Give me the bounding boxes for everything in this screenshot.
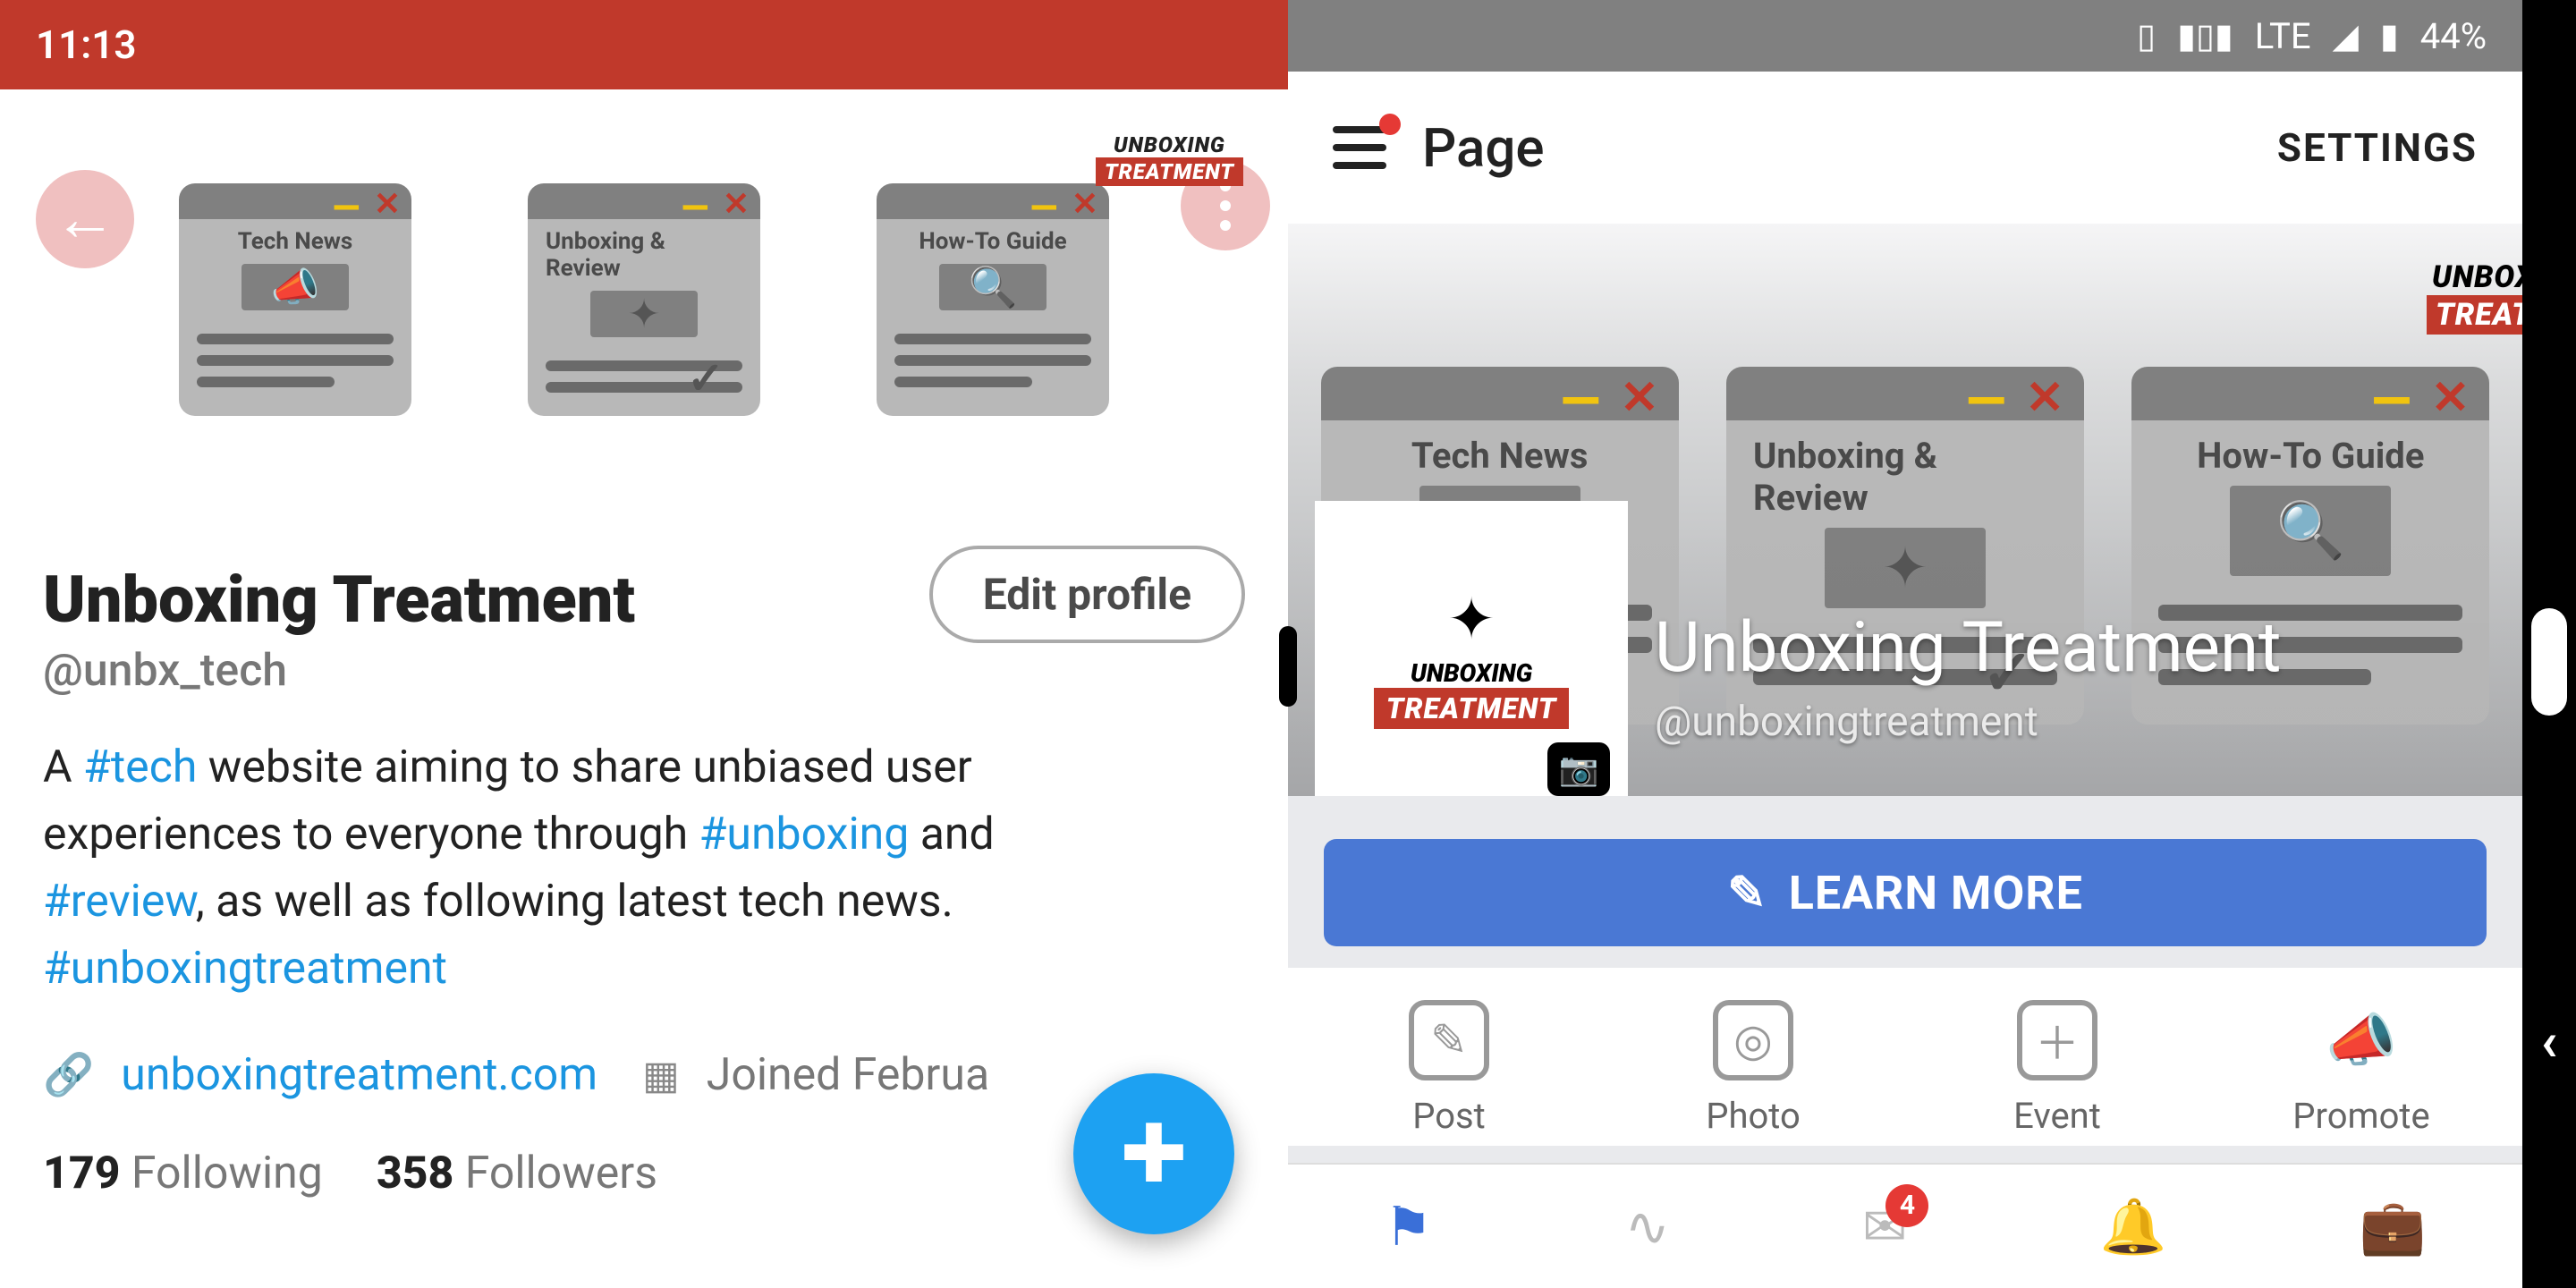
status-bar-right: ▯ ▮▯▮ LTE ◢ ▮ 44% bbox=[1288, 0, 2522, 72]
logo-bottom: TREAT bbox=[2427, 295, 2522, 335]
bell-icon: 🔔 bbox=[2100, 1195, 2167, 1258]
vibrate-icon: ▮▯▮ bbox=[2177, 16, 2233, 56]
camera-icon: 📷 bbox=[1559, 750, 1599, 788]
change-avatar-button[interactable]: 📷 bbox=[1547, 742, 1610, 796]
card-title: Tech News bbox=[1411, 435, 1589, 477]
facebook-topbar: Page SETTINGS bbox=[1288, 72, 2522, 224]
page-handle: @unboxingtreatment bbox=[1655, 698, 2038, 746]
compose-tweet-button[interactable]: ✚ bbox=[1073, 1073, 1234, 1234]
status-bar-left: 11:13 bbox=[0, 0, 1288, 89]
link-icon: 🔗 bbox=[43, 1051, 94, 1099]
back-button[interactable]: ← bbox=[36, 170, 134, 268]
page-avatar[interactable]: ✦ UNBOXING TREATMENT 📷 bbox=[1315, 501, 1628, 796]
learn-more-button[interactable]: ✎ LEARN MORE bbox=[1324, 839, 2487, 946]
notification-dot bbox=[1379, 114, 1401, 135]
follow-stats: 179 Following 358 Followers bbox=[43, 1148, 1245, 1199]
card-title: How-To Guide bbox=[919, 228, 1066, 255]
facebook-cover[interactable]: UNBOX TREAT Tech News 📣 Unboxing & Revie… bbox=[1288, 224, 2522, 796]
briefcase-icon: 💼 bbox=[2360, 1195, 2427, 1258]
cta-section: ✎ LEARN MORE bbox=[1288, 796, 2522, 968]
avatar-logo-bottom: TREATMENT bbox=[1374, 688, 1570, 729]
hamburger-menu-button[interactable] bbox=[1333, 126, 1386, 169]
action-event[interactable]: ＋ Event bbox=[1905, 1000, 2209, 1137]
battery-percent: 44% bbox=[2420, 15, 2487, 57]
nav-notifications-tab[interactable]: 🔔 bbox=[2100, 1195, 2167, 1258]
card-title: How-To Guide bbox=[2197, 435, 2424, 477]
followers-stat[interactable]: 358 Followers bbox=[377, 1148, 657, 1199]
nav-inbox-tab[interactable]: ✉ 4 bbox=[1862, 1195, 1907, 1258]
portrait-icon: ▯ bbox=[2137, 16, 2156, 56]
logo-bottom: TREATMENT bbox=[1096, 157, 1243, 186]
twitter-cover: ← UNBOXING TREATMENT Tech News 📣 Unboxin… bbox=[0, 89, 1288, 483]
device-nav-rail: ‹ bbox=[2522, 0, 2576, 1288]
feather-icon: ✚ bbox=[1120, 1107, 1187, 1201]
arrow-left-icon: ← bbox=[54, 182, 116, 256]
website-link[interactable]: unboxingtreatment.com bbox=[121, 1049, 597, 1101]
following-stat[interactable]: 179 Following bbox=[43, 1148, 323, 1199]
hashtag-review[interactable]: #review bbox=[43, 876, 196, 928]
megaphone-icon: 📣 bbox=[242, 264, 349, 310]
joined-text: Joined Februa bbox=[707, 1049, 989, 1101]
logo-corner: UNBOX TREAT bbox=[2427, 259, 2522, 335]
check-icon: ✓ bbox=[687, 352, 724, 405]
learn-more-label: LEARN MORE bbox=[1789, 866, 2083, 920]
split-screen-handle[interactable] bbox=[1279, 626, 1297, 707]
device-back-button[interactable]: ‹ bbox=[2541, 1010, 2558, 1073]
edit-profile-button[interactable]: Edit profile bbox=[929, 546, 1245, 643]
flag-icon: ⚑ bbox=[1385, 1195, 1433, 1258]
nav-pill[interactable] bbox=[2531, 608, 2567, 716]
calendar-icon: ▦ bbox=[642, 1052, 680, 1098]
avatar-patch-icon: ✦ bbox=[1447, 586, 1496, 653]
search-icon: 🔍 bbox=[939, 264, 1046, 310]
logo-top: UNBOX bbox=[2432, 259, 2522, 295]
page-actions: ✎ Post ◎ Photo ＋ Event 📣 Promote bbox=[1288, 968, 2522, 1146]
nav-tools-tab[interactable]: 💼 bbox=[2360, 1195, 2427, 1258]
signal-icon: ◢ bbox=[2333, 16, 2359, 56]
battery-icon: ▮ bbox=[2380, 16, 2399, 56]
profile-bio: A #tech website aiming to share unbiased… bbox=[43, 734, 1152, 1003]
cover-card-unboxing: Unboxing & Review ✦ ✓ bbox=[528, 183, 760, 416]
page-name: Unboxing Treatment bbox=[1655, 607, 2282, 689]
profile-meta: 🔗 unboxingtreatment.com ▦ Joined Februa bbox=[43, 1049, 1245, 1101]
camera-icon: ◎ bbox=[1713, 1000, 1793, 1080]
plus-icon: ＋ bbox=[2017, 1000, 2097, 1080]
cover-card-howto: How-To Guide 🔍 bbox=[877, 183, 1109, 416]
inbox-badge: 4 bbox=[1885, 1184, 1928, 1227]
logo-badge: UNBOXING TREATMENT bbox=[1096, 132, 1243, 186]
facebook-bottom-nav: ⚑ ∿ ✉ 4 🔔 💼 bbox=[1288, 1163, 2522, 1288]
avatar-logo-top: UNBOXING bbox=[1411, 658, 1532, 688]
profile-handle: @unbx_tech bbox=[43, 645, 1245, 697]
status-time: 11:13 bbox=[36, 21, 137, 68]
page-title: Page bbox=[1422, 116, 1544, 180]
pencil-icon: ✎ bbox=[1727, 866, 1767, 920]
action-promote[interactable]: 📣 Promote bbox=[2209, 1000, 2513, 1137]
logo-top: UNBOXING bbox=[1114, 132, 1225, 157]
chart-icon: ∿ bbox=[1625, 1195, 1670, 1258]
cover-cards: Tech News 📣 Unboxing & Review ✦ ✓ How-To… bbox=[0, 183, 1288, 416]
network-label: LTE bbox=[2255, 15, 2311, 57]
settings-button[interactable]: SETTINGS bbox=[2277, 124, 2478, 171]
hashtag-unboxingtreatment[interactable]: #unboxingtreatment bbox=[43, 943, 447, 995]
facebook-app: ▯ ▮▯▮ LTE ◢ ▮ 44% Page SETTINGS UNBOX TR… bbox=[1288, 0, 2576, 1288]
patch-icon: ✦ bbox=[590, 291, 698, 337]
twitter-app: 11:13 ← UNBOXING TREATMENT Tech News 📣 U… bbox=[0, 0, 1288, 1288]
nav-insights-tab[interactable]: ∿ bbox=[1625, 1195, 1670, 1258]
action-photo[interactable]: ◎ Photo bbox=[1601, 1000, 1905, 1137]
action-post[interactable]: ✎ Post bbox=[1297, 1000, 1601, 1137]
megaphone-icon: 📣 bbox=[2321, 1000, 2402, 1080]
cover-card-tech-news: Tech News 📣 bbox=[179, 183, 411, 416]
card-title: Tech News bbox=[238, 228, 352, 255]
hashtag-tech[interactable]: #tech bbox=[83, 741, 197, 793]
card-title: Unboxing & Review bbox=[546, 228, 742, 282]
hashtag-unboxing[interactable]: #unboxing bbox=[699, 809, 910, 860]
nav-page-tab[interactable]: ⚑ bbox=[1385, 1195, 1433, 1258]
edit-icon: ✎ bbox=[1409, 1000, 1489, 1080]
